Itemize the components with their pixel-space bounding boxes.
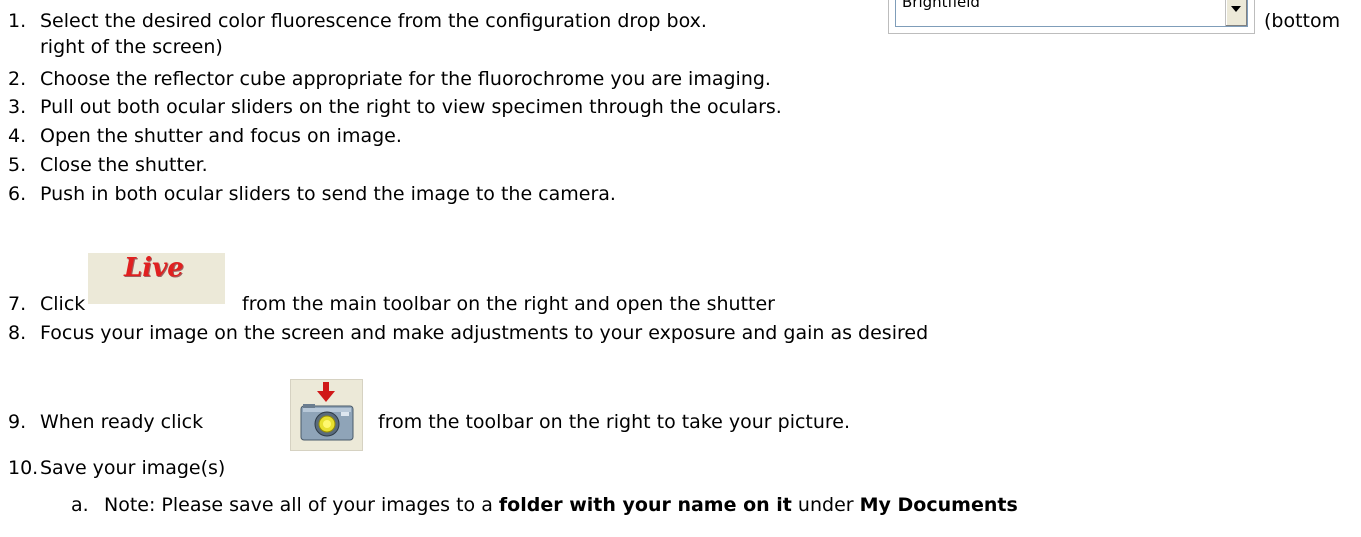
camera-snap-icon [300,382,354,441]
note-bold-my-documents: My Documents [859,494,1018,516]
step-text-suffix: from the main toolbar on the right and o… [242,293,775,315]
live-button[interactable]: Live [88,253,225,304]
step-text: Focus your image on the screen and make … [40,322,929,344]
step-text: right of the screen) [40,36,223,58]
step-number: 4. [8,125,27,147]
step-text: Choose the reflector cube appropriate fo… [40,68,771,90]
live-icon: Live [124,253,184,283]
step-text-suffix: from the toolbar on the right to take yo… [378,411,851,433]
step-number: 9. [8,411,27,433]
step-text-suffix: (bottom [1264,10,1341,32]
note-bold-folder: folder with your name on it [498,494,792,516]
step-text: Pull out both ocular sliders on the righ… [40,96,782,118]
step-number: 5. [8,154,27,176]
step-number: 6. [8,183,27,205]
note-part: Note: Please save all of your images to … [104,494,499,516]
snap-button[interactable] [290,379,363,451]
chevron-down-icon [1231,6,1241,12]
dropdown-field[interactable]: Brightfield [895,0,1248,27]
step-number: 3. [8,96,27,118]
step-number: 10. [8,457,39,479]
step-text: Push in both ocular sliders to send the … [40,183,616,205]
step-text: Click [40,293,86,315]
step-text: Open the shutter and focus on image. [40,125,402,147]
configuration-dropdown[interactable]: Brightfield [888,0,1255,34]
note-letter: a. [71,494,89,516]
step-text: Select the desired color fluorescence fr… [40,10,707,32]
step-number: 7. [8,293,27,315]
dropdown-value: Brightfield [902,0,980,11]
step-number: 1. [8,10,27,32]
step-text: Close the shutter. [40,154,208,176]
step-number: 2. [8,68,27,90]
step-number: 8. [8,322,27,344]
step-text: When ready click [40,411,204,433]
note-text: Note: Please save all of your images to … [104,493,1018,517]
step-text: Save your image(s) [40,457,226,479]
dropdown-arrow-button[interactable] [1225,0,1247,26]
note-part: under [791,494,860,516]
